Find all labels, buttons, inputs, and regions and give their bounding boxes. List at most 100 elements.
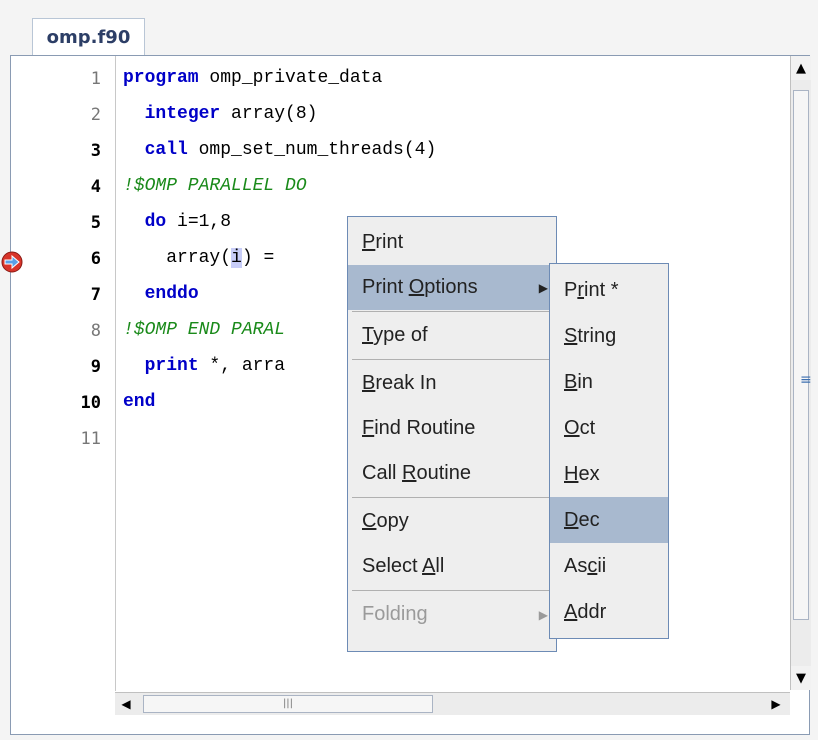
breakpoint-current-line-icon[interactable] [1,251,23,273]
print-option-addr[interactable]: Addr [550,589,668,635]
code-token: ) = [241,248,275,268]
code-text: enddo [123,284,199,304]
vertical-scrollbar[interactable]: ▲ ≡ ▼ [790,56,812,690]
context-menu: Print Print Options ▶ Type of Break In Find R… [347,216,557,652]
menu-item-type-of[interactable]: Type of [348,313,556,358]
keyword: print [144,356,199,376]
menu-item-label: Find Routine [362,417,476,439]
menu-item-label: Folding [362,603,428,625]
code-text: program omp_private_data [123,68,382,88]
keyword: do [144,212,167,232]
menu-item-label: Ascii [564,554,607,577]
line-number: 11 [80,429,101,449]
code-line[interactable]: 3 call omp_set_num_threads(4) [11,137,809,173]
horizontal-scroll-thumb[interactable]: ||| [143,695,433,713]
print-options-submenu: Print * String Bin Oct Hex Dec Ascii Addr [549,263,669,639]
scroll-left-button[interactable]: ◀ [115,693,137,715]
scroll-down-button[interactable]: ▼ [791,666,811,690]
menu-item-label: Bin [564,370,593,393]
highlighted-variable[interactable]: i [231,248,242,268]
menu-item-label: Print Options [362,276,478,298]
code-text: !$OMP END PARAL [123,320,285,340]
menu-item-folding: Folding ▶ [348,592,556,637]
code-token: omp_private_data [198,68,383,88]
menu-item-find-routine[interactable]: Find Routine [348,406,556,451]
menu-item-label: Addr [564,600,607,623]
line-number: 6 [90,249,101,269]
print-option-oct[interactable]: Oct [550,405,668,451]
print-option-dec[interactable]: Dec [550,497,668,543]
code-text: print *, arra [123,356,285,376]
menu-item-call-routine[interactable]: Call Routine [348,451,556,496]
line-number: 8 [90,321,101,341]
menu-item-label: Print [362,231,404,253]
keyword: call [144,140,188,160]
code-line[interactable]: 4 !$OMP PARALLEL DO [11,173,809,209]
code-text: end [123,392,155,412]
vertical-scroll-thumb[interactable]: ≡ [793,90,812,620]
menu-separator [352,311,552,312]
keyword: program [123,68,199,88]
submenu-arrow-icon: ▶ [538,280,548,295]
editor-tab-strip: omp.f90 [0,0,818,56]
code-token: array(8) [220,104,318,124]
menu-item-label: Copy [362,510,409,532]
code-text: !$OMP PARALLEL DO [123,176,307,196]
menu-item-label: Oct [564,416,596,439]
line-number: 10 [80,393,101,413]
code-token: omp_set_num_threads(4) [187,140,437,160]
menu-item-print[interactable]: Print [348,220,556,265]
menu-item-label: Dec [564,508,600,531]
code-token: i=1,8 [166,212,232,232]
menu-item-select-all[interactable]: Select All [348,544,556,589]
menu-item-label: Hex [564,462,600,485]
menu-item-copy[interactable]: Copy [348,499,556,544]
menu-item-break-in[interactable]: Break In [348,361,556,406]
scroll-right-button[interactable]: ▶ [765,693,787,715]
menu-item-label: Call Routine [362,462,471,484]
print-option-ascii[interactable]: Ascii [550,543,668,589]
print-option-print[interactable]: Print * [550,267,668,313]
horizontal-scrollbar[interactable]: ◀ ||| ▶ [115,692,790,715]
keyword: end [123,392,156,412]
line-number: 7 [90,285,101,305]
code-text: integer array(8) [123,104,318,124]
menu-item-label: Break In [362,372,437,394]
tab-omp-f90[interactable]: omp.f90 [32,18,145,56]
grip-icon: ≡ [800,372,812,388]
line-number: 2 [90,105,101,125]
code-line[interactable]: 1 program omp_private_data [11,65,809,101]
line-number: 5 [90,213,101,233]
code-text: array(i) = [123,248,274,268]
print-option-string[interactable]: String [550,313,668,359]
line-number: 9 [90,357,101,377]
menu-separator [352,497,552,498]
comment: !$OMP END PARAL [123,320,286,340]
scroll-up-button[interactable]: ▲ [791,56,811,80]
code-line[interactable]: 2 integer array(8) [11,101,809,137]
comment: !$OMP PARALLEL DO [123,176,307,196]
code-token: array( [123,248,232,268]
keyword: integer [144,104,221,124]
menu-item-label: Select All [362,555,445,577]
print-option-bin[interactable]: Bin [550,359,668,405]
menu-separator [352,359,552,360]
line-number: 3 [90,141,101,161]
menu-item-label: Print * [564,278,619,301]
keyword: enddo [144,284,199,304]
line-number: 1 [90,69,101,89]
print-option-hex[interactable]: Hex [550,451,668,497]
code-text: call omp_set_num_threads(4) [123,140,437,160]
menu-item-print-options[interactable]: Print Options ▶ [348,265,556,310]
line-number: 4 [90,177,101,197]
menu-item-label: String [564,324,617,347]
code-text: do i=1,8 [123,212,231,232]
code-token: *, arra [198,356,286,376]
menu-separator [352,590,552,591]
menu-item-label: Type of [362,324,428,346]
